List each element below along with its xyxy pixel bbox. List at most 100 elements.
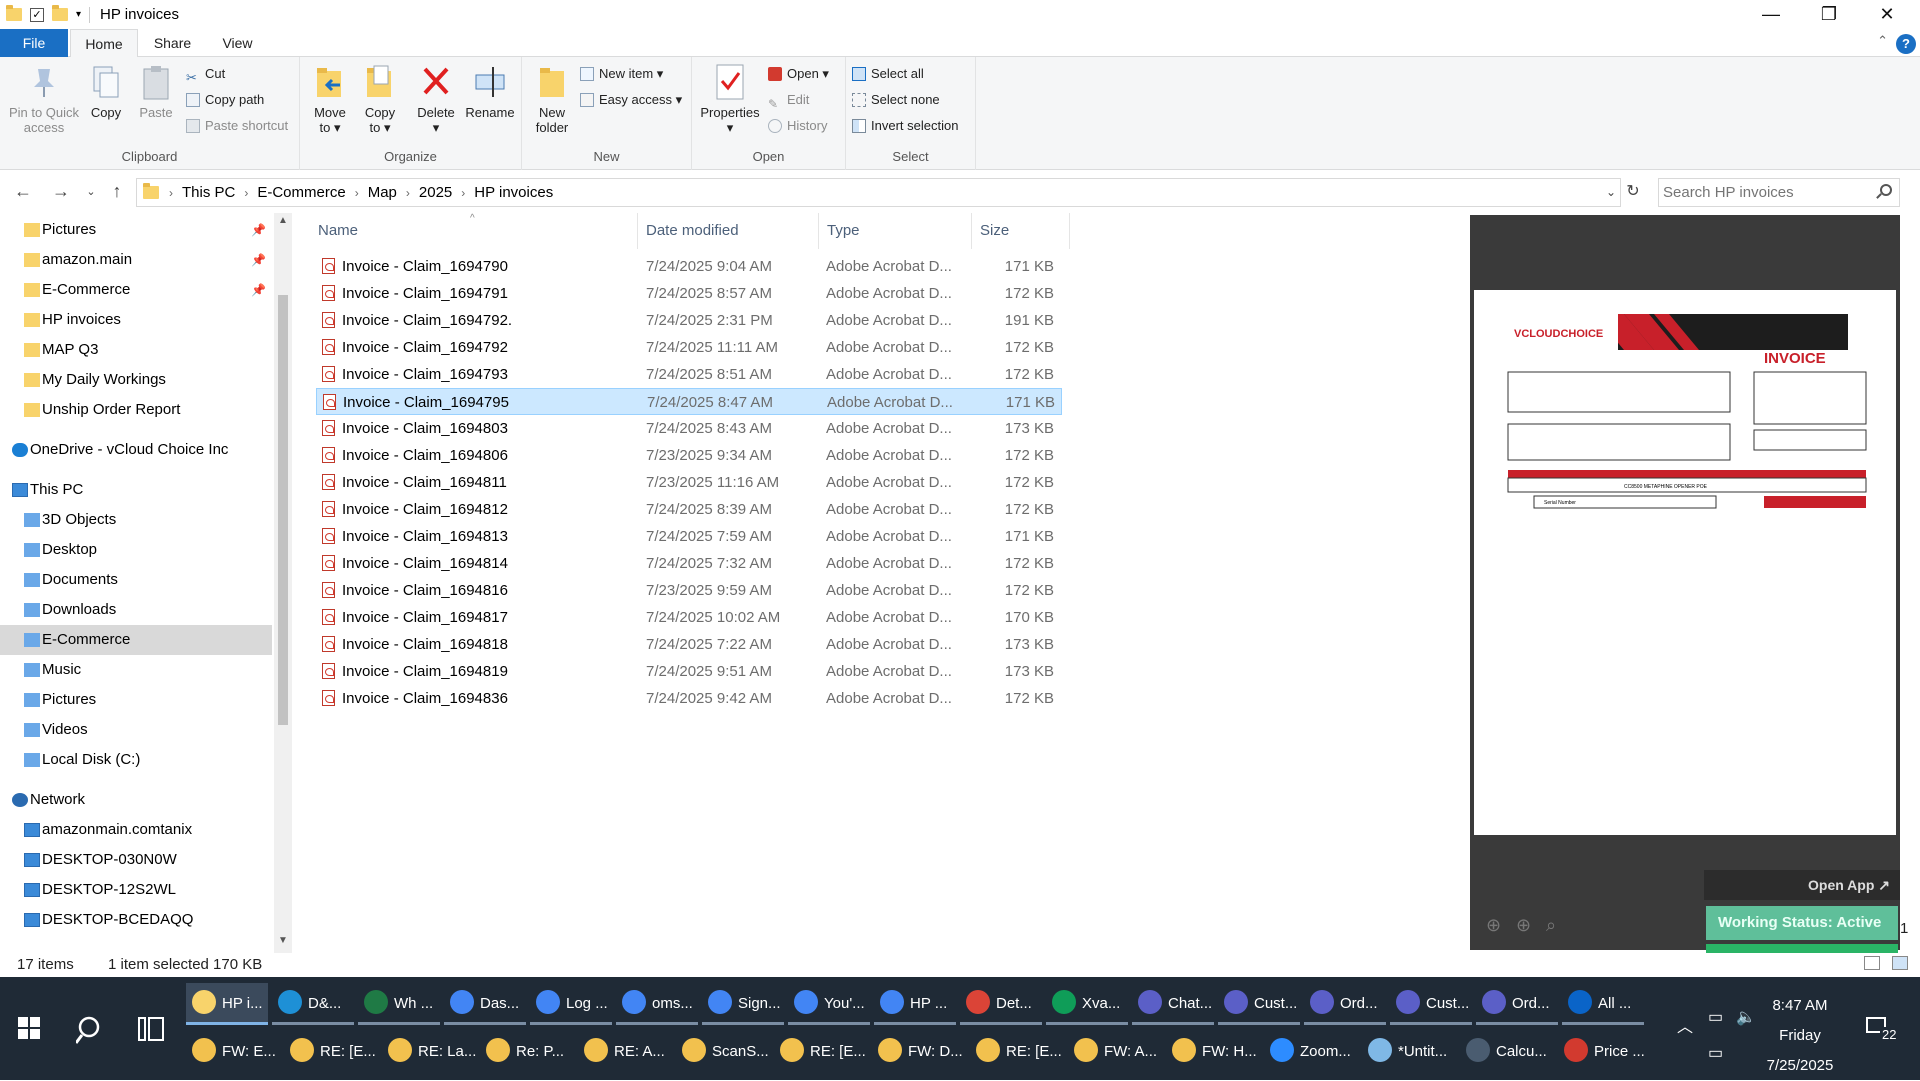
nav-pc-item[interactable]: Downloads [0, 595, 272, 625]
maximize-button[interactable]: ❐ [1800, 0, 1858, 29]
file-row[interactable]: Invoice - Claim_1694792. 7/24/2025 2:31 P… [316, 307, 1062, 334]
properties-quick-icon[interactable]: ✓ [30, 7, 44, 22]
file-row[interactable]: Invoice - Claim_1694816 7/23/2025 9:59 AM… [316, 577, 1062, 604]
taskbar-app-button[interactable]: Price ... [1558, 1031, 1652, 1073]
forward-arrow-icon[interactable]: → [50, 181, 72, 202]
file-row[interactable]: Invoice - Claim_1694812 7/24/2025 8:39 AM… [316, 496, 1062, 523]
nav-network-item[interactable]: DESKTOP-12S2WL [0, 875, 272, 905]
help-icon[interactable]: ? [1896, 34, 1916, 54]
taskbar-app-button[interactable]: Chat... [1132, 983, 1214, 1025]
nav-pc-item[interactable]: Desktop [0, 535, 272, 565]
address-dropdown-chevron-icon[interactable]: ⌄ [1600, 185, 1622, 199]
taskbar-app-button[interactable]: ScanS... [676, 1031, 770, 1073]
taskbar-app-button[interactable]: Ord... [1476, 983, 1558, 1025]
nav-quick-item[interactable]: E-Commerce 📌 [0, 275, 272, 305]
tab-home[interactable]: Home [70, 29, 138, 58]
pin-icon[interactable]: 📌 [251, 215, 266, 245]
new-folder-button[interactable]: New folder [528, 63, 576, 135]
open-button[interactable]: Open ▾ [768, 63, 829, 85]
minimize-button[interactable]: — [1742, 0, 1800, 29]
file-row[interactable]: Invoice - Claim_1694792 7/24/2025 11:11 A… [316, 334, 1062, 361]
taskbar-app-button[interactable]: Cust... [1390, 983, 1472, 1025]
taskbar-app-button[interactable]: Re: P... [480, 1031, 574, 1073]
rename-button[interactable]: Rename [462, 63, 518, 120]
file-row[interactable]: Invoice - Claim_1694791 7/24/2025 8:57 AM… [316, 280, 1062, 307]
file-row[interactable]: Invoice - Claim_1694811 7/23/2025 11:16 A… [316, 469, 1062, 496]
edit-button[interactable]: ✎ Edit [768, 89, 809, 111]
preview-nav-down-icon[interactable]: ⊕ [1516, 915, 1531, 936]
up-arrow-icon[interactable]: ↑ [106, 181, 128, 202]
taskbar-app-button[interactable]: You'... [788, 983, 870, 1025]
navigation-scrollbar[interactable]: ▲ ▼ [274, 213, 292, 953]
taskbar-app-button[interactable]: *Untit... [1362, 1031, 1456, 1073]
nav-this-pc[interactable]: This PC [0, 475, 272, 505]
history-button[interactable]: History [768, 115, 827, 137]
scroll-up-icon[interactable]: ▲ [278, 215, 288, 226]
file-row[interactable]: Invoice - Claim_1694790 7/24/2025 9:04 AM… [316, 253, 1062, 280]
details-view-icon[interactable] [1864, 956, 1880, 970]
delete-button[interactable]: Delete ▾ [412, 63, 460, 135]
refresh-icon[interactable]: ↻ [1622, 181, 1644, 201]
search-icon[interactable] [1880, 184, 1892, 196]
file-row[interactable]: Invoice - Claim_1694813 7/24/2025 7:59 AM… [316, 523, 1062, 550]
tab-share[interactable]: Share [145, 29, 200, 57]
task-view-icon[interactable] [138, 1017, 164, 1041]
system-clock[interactable]: 8:47 AM Friday 7/25/2025 [1750, 991, 1850, 1081]
nav-pc-item[interactable]: 3D Objects [0, 505, 272, 535]
paste-button[interactable]: Paste [134, 63, 178, 120]
easy-access-button[interactable]: Easy access ▾ [580, 89, 682, 111]
taskbar-app-button[interactable]: Sign... [702, 983, 784, 1025]
nav-pc-item[interactable]: Music [0, 655, 272, 685]
search-input[interactable] [1658, 178, 1900, 207]
taskbar-app-button[interactable]: Ord... [1304, 983, 1386, 1025]
preview-search-icon[interactable]: ⌕ [1546, 915, 1556, 936]
windows-start-icon[interactable] [18, 1017, 40, 1039]
nav-pc-item[interactable]: E-Commerce [0, 625, 272, 655]
taskbar-app-button[interactable]: HP i... [186, 983, 268, 1025]
taskbar-app-button[interactable]: FW: H... [1166, 1031, 1260, 1073]
taskbar-app-button[interactable]: All ... [1562, 983, 1644, 1025]
nav-quick-item[interactable]: MAP Q3 [0, 335, 272, 365]
pin-to-quick-access-button[interactable]: Pin to Quick access [6, 63, 82, 135]
copy-button[interactable]: Copy [84, 63, 128, 120]
show-hidden-icons-icon[interactable]: ︿ [1677, 1013, 1693, 1037]
search-taskbar-icon[interactable] [76, 1015, 106, 1045]
file-row[interactable]: Invoice - Claim_1694814 7/24/2025 7:32 AM… [316, 550, 1062, 577]
network-status-icon[interactable]: ▭ [1708, 1043, 1723, 1063]
file-row[interactable]: Invoice - Claim_1694806 7/23/2025 9:34 AM… [316, 442, 1062, 469]
tab-view[interactable]: View [210, 29, 265, 57]
copy-to-button[interactable]: Copy to ▾ [356, 63, 404, 135]
breadcrumb-2025[interactable]: 2025 [419, 184, 452, 201]
nav-quick-item[interactable]: My Daily Workings [0, 365, 272, 395]
taskbar-app-button[interactable]: Das... [444, 983, 526, 1025]
breadcrumb-map[interactable]: Map [368, 184, 397, 201]
column-header-name[interactable]: Name ^ [310, 213, 638, 249]
new-item-button[interactable]: New item ▾ [580, 63, 663, 85]
nav-quick-item[interactable]: Unship Order Report [0, 395, 272, 425]
paste-shortcut-button[interactable]: Paste shortcut [186, 115, 288, 137]
address-bar[interactable]: › This PC › E-Commerce › Map › 2025 › HP… [136, 178, 1621, 207]
tab-file[interactable]: File [0, 29, 68, 57]
taskbar-app-button[interactable]: HP ... [874, 983, 956, 1025]
quick-access-dropdown-icon[interactable]: ▾ [76, 9, 81, 20]
file-row[interactable]: Invoice - Claim_1694793 7/24/2025 8:51 AM… [316, 361, 1062, 388]
taskbar-app-button[interactable]: Cust... [1218, 983, 1300, 1025]
taskbar-app-button[interactable]: Calcu... [1460, 1031, 1554, 1073]
preview-nav-up-icon[interactable]: ⊕ [1486, 915, 1501, 936]
large-icons-view-icon[interactable] [1892, 956, 1908, 970]
file-row[interactable]: Invoice - Claim_1694836 7/24/2025 9:42 AM… [316, 685, 1062, 712]
nav-network-item[interactable]: DESKTOP-030N0W [0, 845, 272, 875]
taskbar-app-button[interactable]: Det... [960, 983, 1042, 1025]
file-row[interactable]: Invoice - Claim_1694803 7/24/2025 8:43 AM… [316, 415, 1062, 442]
column-header-size[interactable]: Size [972, 213, 1070, 249]
nav-onedrive[interactable]: OneDrive - vCloud Choice Inc [0, 435, 272, 465]
nav-pc-item[interactable]: Videos [0, 715, 272, 745]
collapse-ribbon-icon[interactable]: ⌃ [1877, 33, 1888, 49]
open-app-button[interactable]: Open App ↗ [1704, 870, 1900, 900]
taskbar-app-button[interactable]: FW: A... [1068, 1031, 1162, 1073]
cut-button[interactable]: ✂ Cut [186, 63, 225, 85]
file-row[interactable]: Invoice - Claim_1694795 7/24/2025 8:47 AM… [316, 388, 1062, 415]
column-header-type[interactable]: Type [819, 213, 972, 249]
properties-button[interactable]: Properties ▾ [698, 63, 762, 135]
nav-network-item[interactable]: amazonmain.comtanix [0, 815, 272, 845]
